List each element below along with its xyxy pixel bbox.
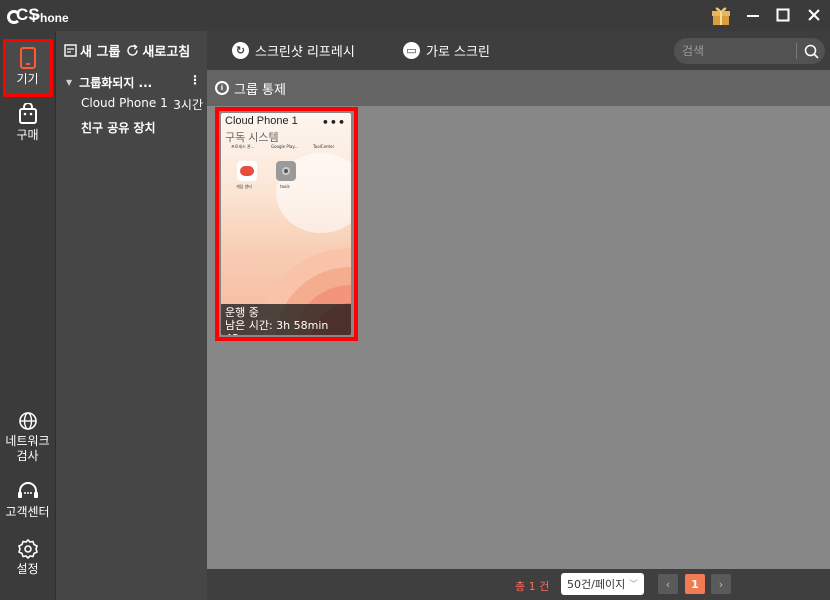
page-size-value: 50건/페이지 [567, 578, 626, 591]
group-ungrouped-label: 그룹화되지 ... [79, 76, 153, 90]
app-label-play: Google Play... [271, 144, 298, 149]
minimize-button[interactable] [741, 4, 765, 26]
group-control-icon: i [215, 81, 229, 95]
maximize-button[interactable] [771, 4, 795, 26]
chevron-down-icon: ﹀ [628, 580, 638, 590]
app-label-game: 게임 센터 [236, 184, 252, 189]
app-label-process: 프로세스 관... [231, 144, 255, 149]
nav-settings-label: 설정 [16, 562, 39, 576]
next-page-button[interactable]: › [711, 574, 731, 594]
screenshot-refresh-button[interactable]: ↻ 스크린샷 리프레시 [232, 41, 355, 60]
search-icon[interactable] [804, 44, 819, 59]
new-group-label: 새 그룹 [80, 44, 121, 60]
landscape-label: 가로 스크린 [426, 45, 490, 60]
nav-device-label: 기기 [16, 72, 39, 86]
refresh-icon [127, 43, 139, 56]
gift-icon[interactable] [709, 4, 733, 26]
title-bar: CS Phone [0, 0, 830, 31]
nav-network-label-1: 네트워크 [5, 434, 50, 448]
nav-support[interactable]: 고객센터 [0, 482, 55, 520]
nav-buy-label: 구매 [16, 128, 39, 142]
landscape-icon: ▭ [403, 42, 420, 59]
card-device-name: Cloud Phone 1 [225, 115, 298, 127]
globe-icon [18, 412, 37, 430]
group-ungrouped[interactable]: ▼ 그룹화되지 ... ⋮ [66, 73, 206, 91]
search-box[interactable] [674, 38, 825, 64]
landscape-button[interactable]: ▭ 가로 스크린 [403, 41, 490, 60]
device-name: Cloud Phone 1 [81, 96, 168, 110]
new-group-icon [64, 43, 77, 57]
gear-icon [17, 538, 38, 560]
page-size-select[interactable]: 50건/페이지 ﹀ [561, 573, 644, 595]
nav-settings[interactable]: 설정 [0, 538, 55, 577]
tools-app-icon [276, 161, 296, 181]
total-count: 총 1 건 [515, 580, 550, 593]
refresh-groups-button[interactable]: 새로고침 [126, 41, 190, 60]
search-input[interactable] [682, 44, 792, 58]
card-subtitle: 구독 시스템 [225, 132, 279, 144]
device-time: 3시간 [173, 98, 203, 112]
close-button[interactable] [802, 4, 826, 26]
nav-network-label-2: 검사 [16, 449, 39, 463]
group-control-label: 그룹 통제 [234, 82, 286, 98]
card-remaining-time: 남은 시간: 3h 58min 43s [225, 319, 329, 335]
main-toolbar: ↻ 스크린샷 리프레시 ▭ 가로 스크린 [207, 31, 830, 70]
expand-triangle-icon[interactable]: ▼ [66, 78, 72, 87]
page-number-button[interactable]: 1 [685, 574, 705, 594]
nav-device[interactable]: 기기 [0, 39, 55, 97]
shopping-bag-icon [18, 102, 37, 124]
card-status-text: 운행 중 [225, 306, 259, 319]
refresh-circle-icon: ↻ [232, 42, 249, 59]
search-divider [796, 43, 797, 59]
card-more-icon[interactable]: ••• [322, 116, 346, 129]
pagination-bar: 총 1 건 50건/페이지 ﹀ ‹ 1 › [207, 569, 830, 600]
refresh-label: 새로고침 [142, 44, 191, 60]
group-panel: 새 그룹 새로고침 ▼ 그룹화되지 ... ⋮ Cloud Phone 1 3시… [55, 31, 207, 600]
app-label-toolcenter: ToolCenter [313, 144, 335, 149]
device-list-item[interactable]: Cloud Phone 1 3시간 [81, 96, 203, 113]
nav-support-label: 고객센터 [5, 505, 50, 519]
device-card[interactable]: Cloud Phone 1 구독 시스템 ••• 프로세스 관... Googl… [221, 113, 351, 335]
card-status-bar: 운행 중 남은 시간: 3h 58min 43s [221, 304, 351, 335]
app-label-tools: tools [280, 184, 290, 189]
screenshot-refresh-label: 스크린샷 리프레시 [255, 45, 355, 60]
prev-page-button[interactable]: ‹ [658, 574, 678, 594]
app-logo: CS Phone [7, 5, 69, 27]
group-panel-header: 새 그룹 새로고침 [56, 31, 208, 69]
group-more-icon[interactable]: ⋮ [189, 73, 201, 87]
nav-network-check[interactable]: 네트워크 검사 [0, 411, 55, 464]
phone-icon [19, 47, 36, 69]
headset-icon [17, 482, 38, 498]
group-control-bar[interactable]: i 그룹 통제 [207, 70, 830, 106]
nav-rail: 기기 구매 네트워크 검사 고객센터 설정 [0, 31, 55, 600]
new-group-button[interactable]: 새 그룹 [64, 41, 120, 60]
logo-mark: CS [7, 5, 40, 27]
game-center-app-icon [237, 161, 257, 181]
nav-buy[interactable]: 구매 [0, 102, 55, 143]
